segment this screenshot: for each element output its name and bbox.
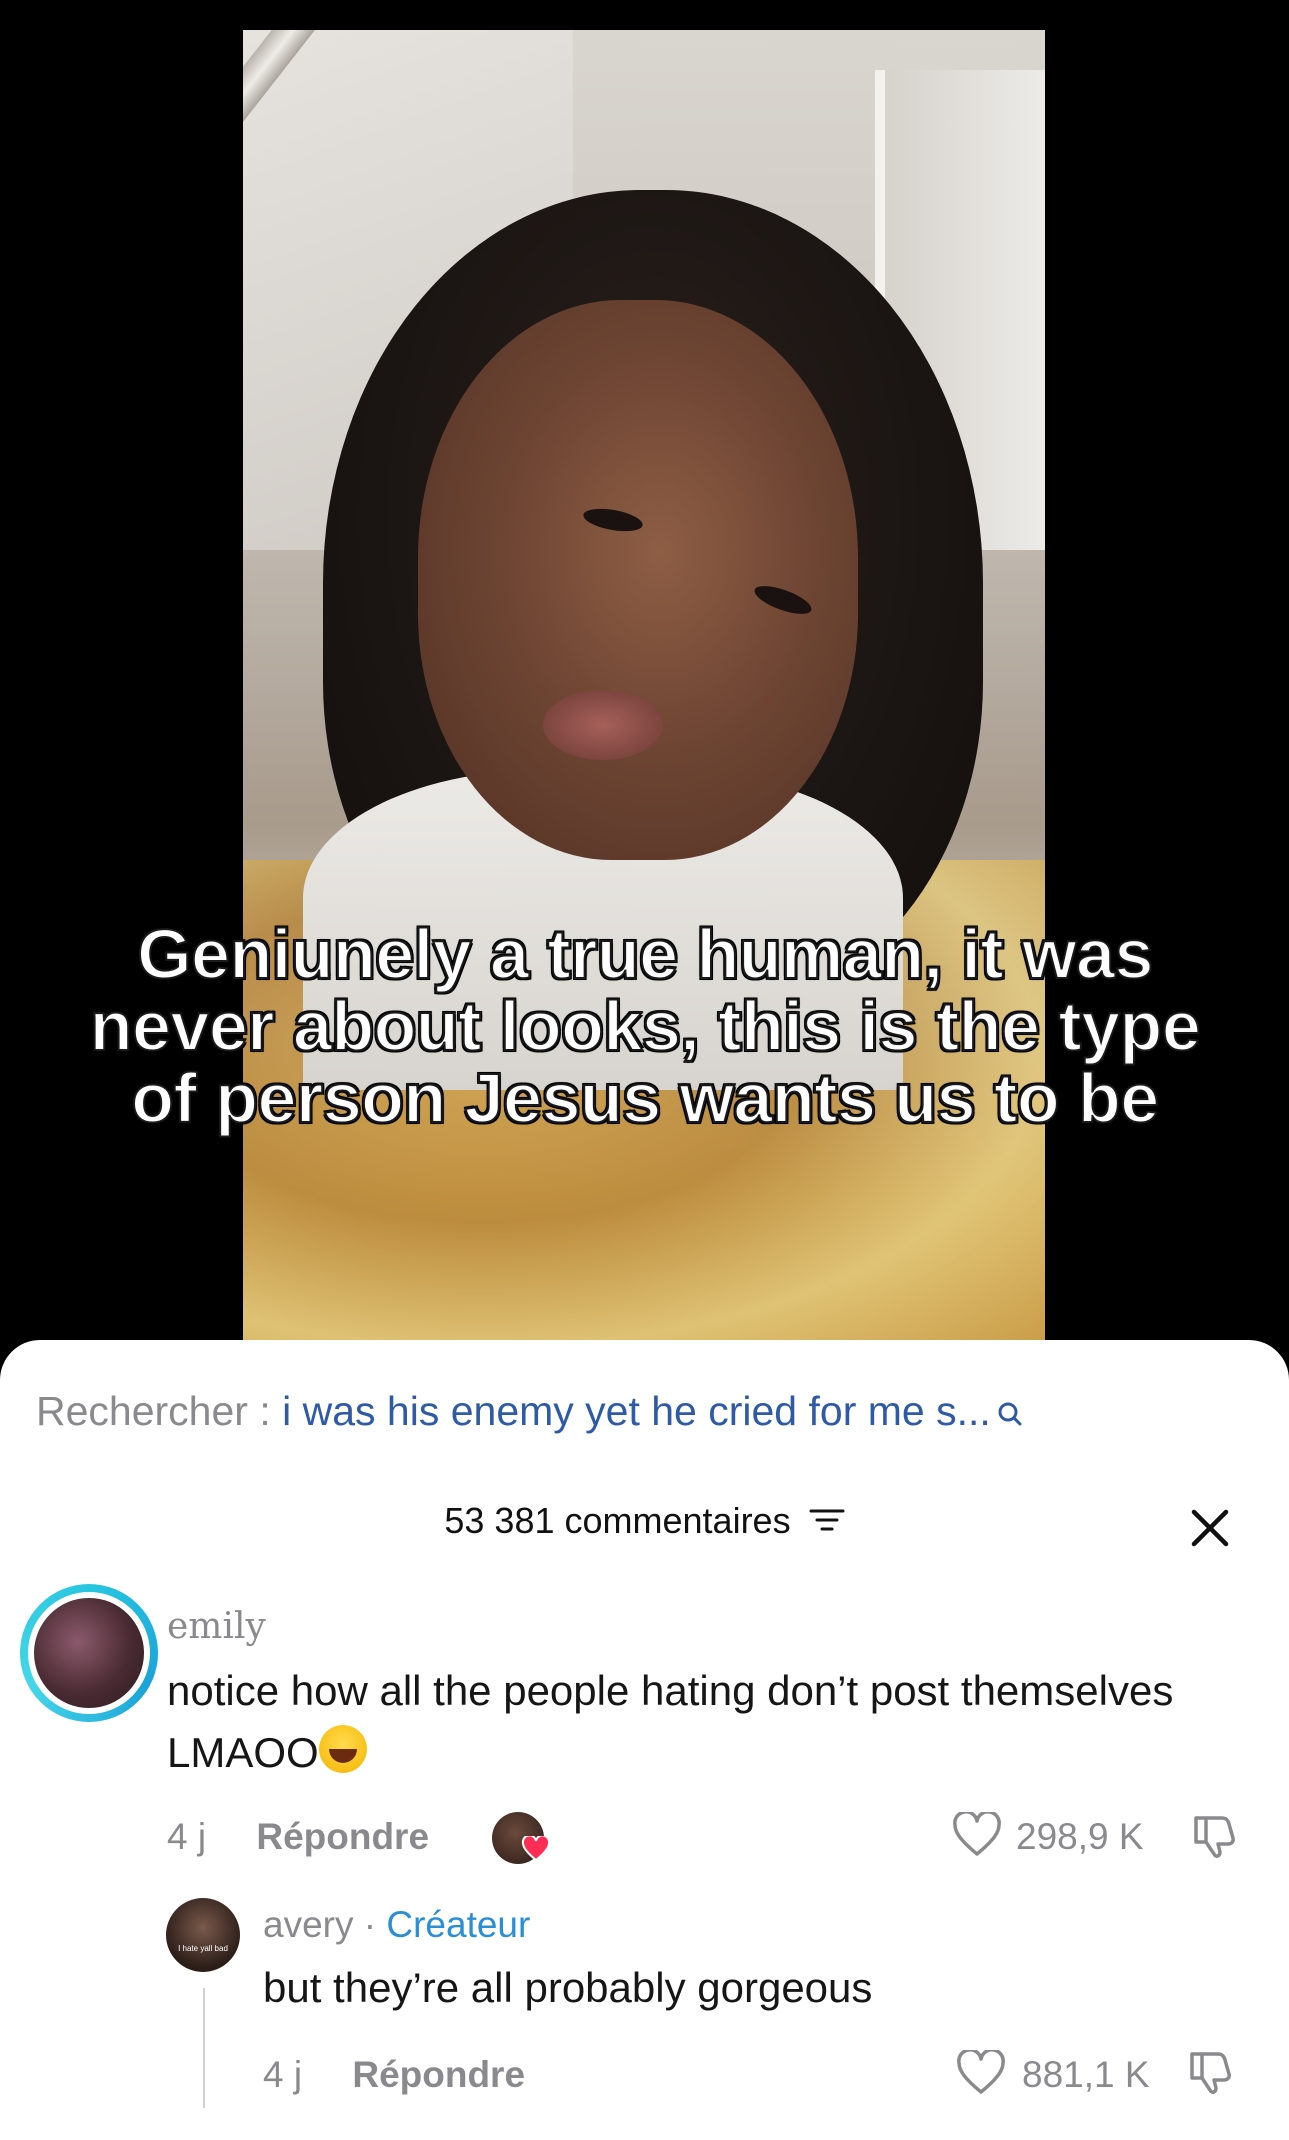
comment-meta: 4 j Répondre xyxy=(167,1816,429,1858)
like-count: 298,9 K xyxy=(1016,1816,1144,1857)
video-caption: Geniunely a true human, it was never abo… xyxy=(89,915,1202,1137)
reply-username-row: avery · Créateur xyxy=(263,1904,530,1946)
laughing-emoji-icon xyxy=(318,1725,367,1773)
video-subject-mouth xyxy=(543,690,663,760)
avatar[interactable] xyxy=(20,1584,158,1722)
heart-icon[interactable] xyxy=(952,1810,1002,1863)
reply-button[interactable]: Répondre xyxy=(352,2054,525,2095)
reply-avatar-text: I hate yall bad xyxy=(178,1944,228,1953)
reply-username[interactable]: avery xyxy=(263,1904,353,1945)
filter-icon[interactable] xyxy=(809,1502,845,1544)
comment-time: 4 j xyxy=(167,1816,207,1857)
reply-avatar[interactable]: I hate yall bad xyxy=(166,1898,240,1972)
creator-badge: Créateur xyxy=(386,1904,531,1945)
reply-button[interactable]: Répondre xyxy=(256,1816,429,1857)
like-count: 881,1 K xyxy=(1022,2054,1150,2095)
comment-text: notice how all the people hating don’t p… xyxy=(167,1660,1217,1784)
reply-meta: 4 j Répondre xyxy=(263,2054,525,2096)
creator-liked-heart-icon xyxy=(521,1834,551,1867)
dislike-icon[interactable] xyxy=(1186,2046,1236,2101)
reply-text: but they’re all probably gorgeous xyxy=(263,1964,873,2011)
username-separator: · xyxy=(353,1904,387,1945)
thread-line xyxy=(203,1988,205,2108)
avatar-photo xyxy=(34,1598,144,1708)
dislike-icon[interactable] xyxy=(1190,1810,1240,1865)
search-label: Rechercher : xyxy=(36,1388,283,1434)
comments-header: 53 381 commentaires xyxy=(0,1500,1289,1544)
heart-icon[interactable] xyxy=(956,2048,1006,2101)
comment-text-content: notice how all the people hating don’t p… xyxy=(167,1667,1174,1776)
search-query[interactable]: i was his enemy yet he cried for me s... xyxy=(282,1388,991,1434)
reply-time: 4 j xyxy=(263,2054,303,2095)
comment-count: 53 381 commentaires xyxy=(444,1500,791,1541)
comment-username[interactable]: emily xyxy=(167,1606,266,1647)
video-player[interactable] xyxy=(243,30,1045,1350)
search-icon[interactable] xyxy=(997,1390,1023,1437)
close-icon[interactable] xyxy=(1188,1506,1232,1555)
video-subject-face xyxy=(418,300,858,860)
search-suggestion[interactable]: Rechercher : i was his enemy yet he crie… xyxy=(36,1388,1023,1437)
